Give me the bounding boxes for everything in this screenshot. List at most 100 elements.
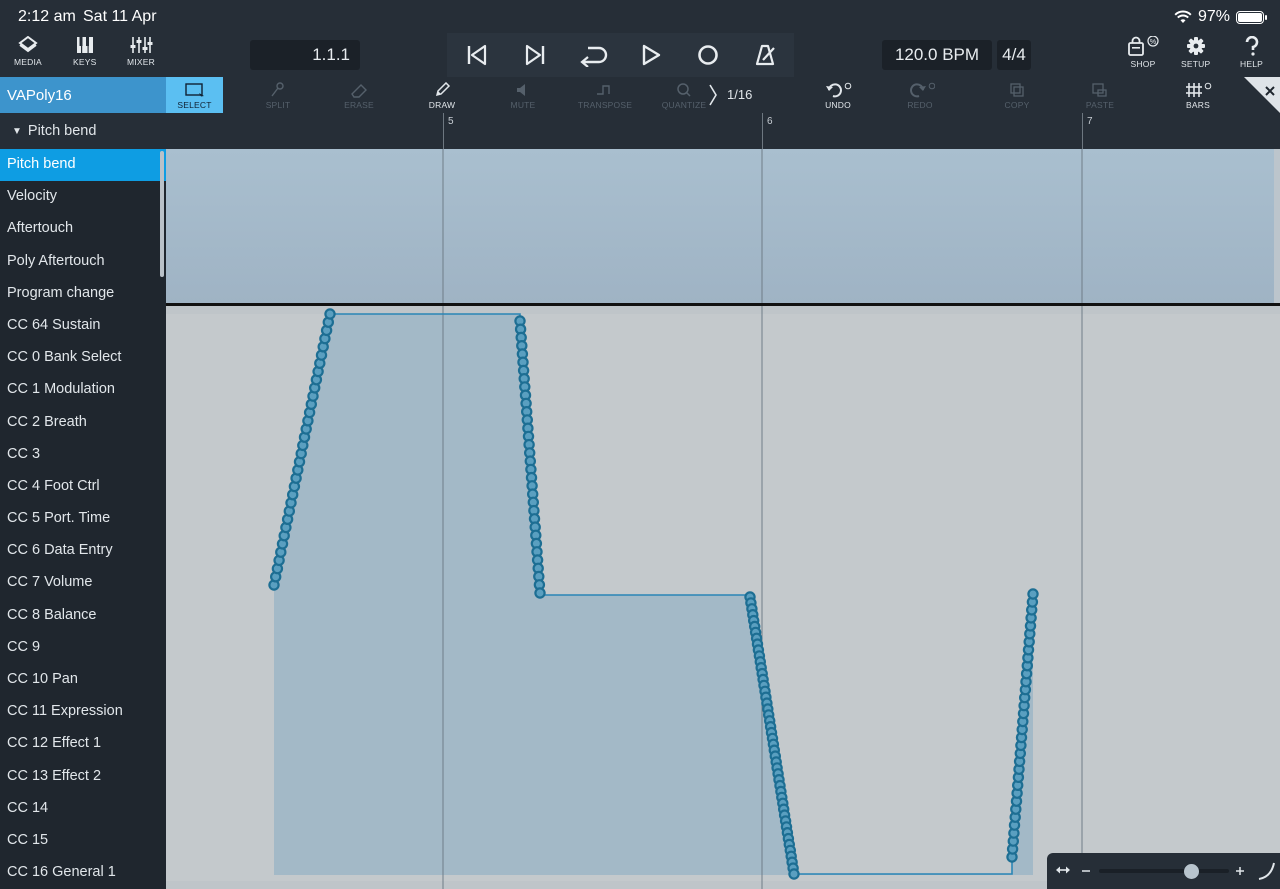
bar-number: 6 bbox=[767, 116, 773, 127]
controller-item[interactable]: Aftertouch bbox=[0, 213, 166, 245]
quantize-label: QUANTIZE bbox=[661, 100, 707, 110]
horizontal-zoom-arrows-icon[interactable] bbox=[1055, 864, 1071, 876]
close-editor-icon[interactable] bbox=[1244, 77, 1280, 113]
controller-item[interactable]: CC 1 Modulation bbox=[0, 374, 166, 406]
quantize-tool-button[interactable]: QUANTIZE bbox=[658, 77, 710, 113]
controller-item[interactable]: CC 16 General 1 bbox=[0, 857, 166, 889]
select-tool-button[interactable]: SELECT bbox=[166, 77, 223, 113]
sidebar-scrollbar[interactable] bbox=[160, 151, 164, 277]
tempo-display[interactable]: 120.0 BPM bbox=[882, 40, 992, 70]
help-label: HELP bbox=[1240, 59, 1264, 69]
chevron-right-icon[interactable] bbox=[708, 83, 718, 107]
media-icon bbox=[18, 36, 38, 53]
controller-item[interactable]: CC 0 Bank Select bbox=[0, 342, 166, 374]
controller-item[interactable]: Pitch bend bbox=[0, 149, 166, 182]
track-name[interactable]: VAPoly16 bbox=[0, 77, 166, 113]
controller-item[interactable]: CC 64 Sustain bbox=[0, 310, 166, 342]
timeline-ruler[interactable]: 5 6 7 bbox=[166, 113, 1280, 149]
paste-button[interactable]: PASTE bbox=[1076, 77, 1124, 113]
redo-label: REDO bbox=[907, 100, 933, 110]
controller-item[interactable]: CC 2 Breath bbox=[0, 407, 166, 439]
media-button[interactable]: MEDIA bbox=[14, 36, 42, 67]
setup-button[interactable]: SETUP bbox=[1181, 36, 1210, 69]
time-signature-display[interactable]: 4/4 bbox=[997, 40, 1031, 70]
scissors-icon bbox=[271, 82, 284, 97]
piano-roll-area[interactable] bbox=[166, 149, 1280, 305]
controller-item[interactable]: CC 14 bbox=[0, 793, 166, 825]
zoom-out-icon[interactable] bbox=[1081, 869, 1091, 873]
transpose-tool-button[interactable]: TRANSPOSE bbox=[576, 77, 634, 113]
draw-label: DRAW bbox=[428, 100, 456, 110]
split-tool-button[interactable]: SPLIT bbox=[254, 77, 302, 113]
copy-button[interactable]: COPY bbox=[993, 77, 1041, 113]
svg-text:%: % bbox=[1150, 39, 1156, 46]
controller-item[interactable]: CC 13 Effect 2 bbox=[0, 761, 166, 793]
keys-label: KEYS bbox=[73, 57, 97, 67]
roll-scrollbar[interactable] bbox=[1274, 149, 1280, 305]
skip-forward-icon[interactable] bbox=[523, 43, 547, 67]
wifi-icon bbox=[1174, 10, 1192, 23]
controller-item[interactable]: CC 7 Volume bbox=[0, 567, 166, 599]
loop-icon[interactable] bbox=[579, 43, 609, 67]
erase-tool-button[interactable]: ERASE bbox=[335, 77, 383, 113]
curve-icon[interactable] bbox=[1257, 861, 1277, 881]
help-button[interactable]: HELP bbox=[1240, 36, 1263, 69]
controller-item[interactable]: CC 6 Data Entry bbox=[0, 535, 166, 567]
main-toolbar: MEDIA KEYS MIXER 1.1.1 120.0 BPM 4/4 % S… bbox=[0, 33, 1280, 77]
shop-button[interactable]: % SHOP bbox=[1126, 36, 1160, 69]
pitch-bend-point[interactable] bbox=[788, 868, 800, 880]
pitch-bend-curve[interactable] bbox=[166, 306, 1280, 889]
undo-button[interactable]: UNDO bbox=[812, 77, 864, 113]
controller-item[interactable]: CC 12 Effect 1 bbox=[0, 728, 166, 760]
record-icon[interactable] bbox=[696, 43, 720, 67]
status-time: 2:12 am bbox=[18, 8, 76, 25]
controller-item[interactable]: Velocity bbox=[0, 181, 166, 213]
zoom-slider-track[interactable] bbox=[1099, 869, 1229, 873]
mute-label: MUTE bbox=[510, 100, 536, 110]
zoom-slider-knob[interactable] bbox=[1184, 864, 1199, 879]
paste-label: PASTE bbox=[1085, 100, 1115, 110]
pitch-bend-point[interactable] bbox=[324, 308, 336, 320]
bars-grid-button[interactable]: BARS bbox=[1172, 77, 1224, 113]
eraser-icon bbox=[351, 84, 367, 98]
battery-icon bbox=[1236, 10, 1267, 24]
controller-item[interactable]: Program change bbox=[0, 278, 166, 310]
mixer-button[interactable]: MIXER bbox=[127, 36, 155, 67]
pitch-bend-point[interactable] bbox=[1027, 588, 1039, 600]
mixer-label: MIXER bbox=[127, 57, 155, 67]
controller-item[interactable]: CC 10 Pan bbox=[0, 664, 166, 696]
keys-button[interactable]: KEYS bbox=[73, 36, 96, 67]
metronome-icon[interactable] bbox=[754, 43, 778, 67]
controller-item[interactable]: Poly Aftertouch bbox=[0, 246, 166, 278]
draw-tool-button[interactable]: DRAW bbox=[418, 77, 466, 113]
erase-label: ERASE bbox=[344, 100, 374, 110]
controller-item[interactable]: CC 11 Expression bbox=[0, 696, 166, 728]
transpose-label: TRANSPOSE bbox=[577, 100, 633, 110]
quantize-value[interactable]: 1/16 bbox=[727, 87, 752, 102]
controller-item[interactable]: CC 4 Foot Ctrl bbox=[0, 471, 166, 503]
play-icon[interactable] bbox=[640, 43, 662, 67]
select-rect-icon bbox=[184, 83, 204, 97]
mute-tool-button[interactable]: MUTE bbox=[499, 77, 547, 113]
controller-header-label: Pitch bend bbox=[27, 123, 97, 139]
paste-icon bbox=[1092, 83, 1107, 97]
rewind-to-start-icon[interactable] bbox=[465, 43, 489, 67]
song-position-display[interactable]: 1.1.1 bbox=[250, 40, 360, 70]
undo-label: UNDO bbox=[825, 100, 851, 110]
pencil-icon bbox=[435, 82, 451, 97]
redo-button[interactable]: REDO bbox=[896, 77, 944, 113]
bar-marker: 5 bbox=[443, 113, 454, 149]
controller-item[interactable]: CC 8 Balance bbox=[0, 600, 166, 632]
controller-item[interactable]: CC 5 Port. Time bbox=[0, 503, 166, 535]
zoom-in-icon[interactable] bbox=[1235, 866, 1245, 876]
setup-label: SETUP bbox=[1181, 59, 1211, 69]
battery-percent: 97% bbox=[1197, 8, 1230, 25]
help-icon bbox=[1245, 36, 1258, 56]
controller-header[interactable]: ▼ Pitch bend bbox=[0, 113, 166, 149]
pitch-bend-point[interactable] bbox=[534, 587, 546, 599]
pitch-bend-lane[interactable] bbox=[166, 306, 1280, 889]
controller-item[interactable]: CC 3 bbox=[0, 439, 166, 471]
gear-icon bbox=[1186, 37, 1205, 55]
controller-item[interactable]: CC 9 bbox=[0, 632, 166, 664]
controller-item[interactable]: CC 15 bbox=[0, 825, 166, 857]
